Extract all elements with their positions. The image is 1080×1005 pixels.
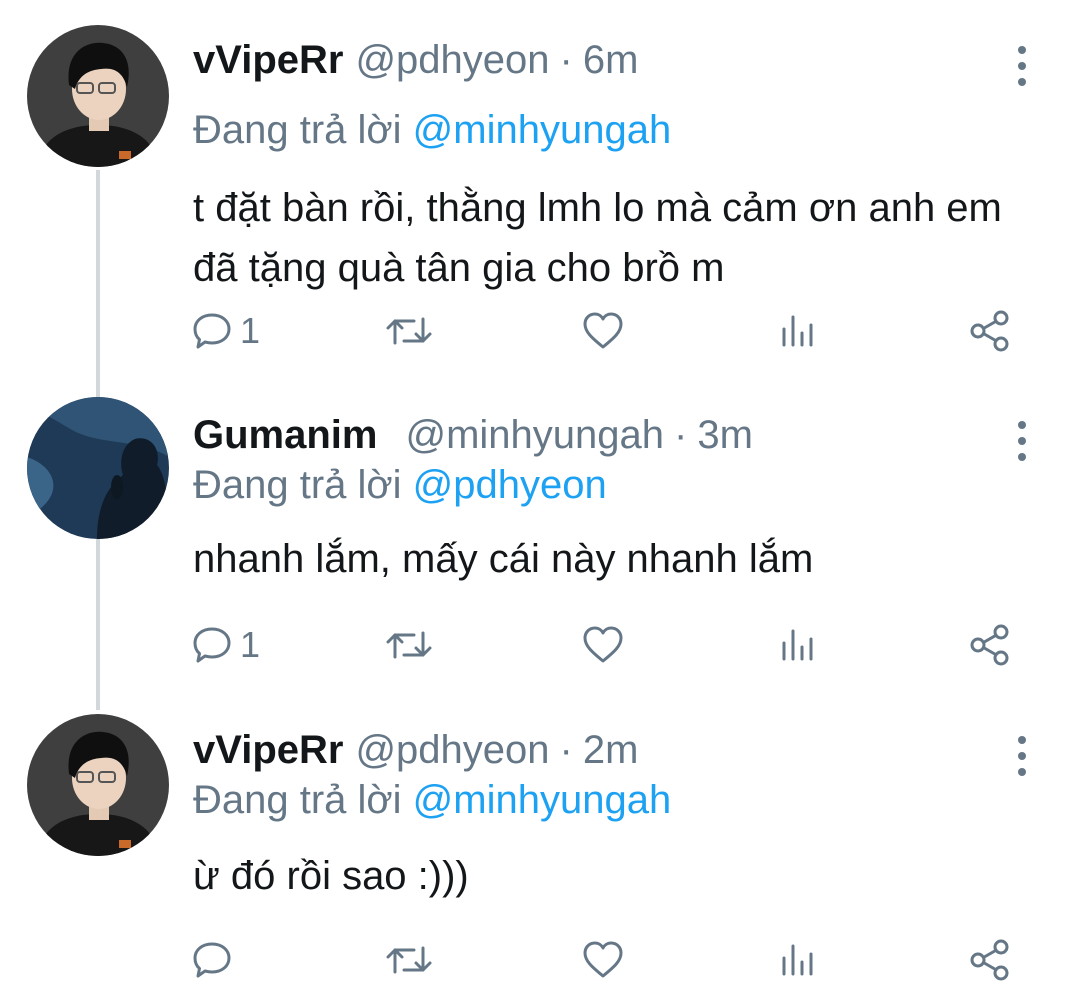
share-button[interactable] — [968, 617, 1012, 673]
tweet[interactable]: vVipeRr @pdhyeon · 6m Đang trả lời @minh… — [0, 22, 1080, 362]
tweet-actions: 1 — [188, 617, 1038, 673]
analytics-button[interactable] — [776, 303, 820, 359]
separator-dot: · — [559, 38, 573, 82]
more-icon[interactable] — [1010, 46, 1034, 86]
reply-button[interactable] — [190, 932, 240, 988]
tweet-actions — [188, 932, 1038, 988]
analytics-icon — [782, 629, 813, 661]
reply-mention-link[interactable]: @minhyungah — [413, 778, 672, 822]
like-icon — [583, 941, 623, 978]
timestamp[interactable]: 2m — [583, 722, 639, 778]
separator-dot: · — [559, 728, 573, 772]
like-icon — [583, 626, 623, 663]
like-button[interactable] — [580, 617, 626, 673]
share-icon — [970, 624, 1009, 666]
display-name[interactable]: vVipeRr — [193, 722, 343, 778]
retweet-button[interactable] — [384, 303, 434, 359]
reply-icon — [193, 313, 231, 349]
avatar[interactable] — [27, 714, 169, 856]
tweet-actions: 1 — [188, 303, 1038, 359]
reply-mention-link[interactable]: @minhyungah — [413, 108, 672, 152]
retweet-button[interactable] — [384, 932, 434, 988]
tweet-text: ừ đó rồi sao :))) — [193, 854, 469, 898]
replying-to-label: Đang trả lời — [193, 463, 402, 507]
retweet-icon — [386, 317, 432, 345]
avatar-image — [27, 714, 169, 856]
avatar-image — [27, 25, 169, 167]
replying-to: Đang trả lời @minhyungah — [193, 102, 671, 158]
tweet-text: nhanh lắm, mấy cái này nhanh lắm — [193, 537, 814, 581]
more-icon[interactable] — [1010, 421, 1034, 461]
user-handle[interactable]: @pdhyeon — [355, 32, 549, 88]
like-button[interactable] — [580, 932, 626, 988]
user-handle[interactable]: @pdhyeon — [355, 722, 549, 778]
tweet-header: vVipeRr @pdhyeon · 2m — [193, 722, 638, 778]
avatar[interactable] — [27, 397, 169, 539]
timestamp[interactable]: 3m — [697, 407, 753, 463]
reply-icon — [193, 942, 231, 978]
share-icon — [970, 310, 1009, 352]
tweet-header: vVipeRr @pdhyeon · 6m — [193, 32, 638, 88]
tweet-text: t đặt bàn rồi, thằng lmh lo mà cảm ơn an… — [193, 186, 1002, 290]
reply-button[interactable]: 1 — [190, 617, 260, 673]
tweet-header: Gumanim @minhyungah · 3m — [193, 407, 753, 463]
share-icon — [970, 939, 1009, 981]
reply-count: 1 — [240, 310, 261, 351]
reply-button[interactable]: 1 — [190, 303, 260, 359]
share-button[interactable] — [968, 303, 1012, 359]
retweet-button[interactable] — [384, 617, 434, 673]
user-handle[interactable]: @minhyungah — [405, 407, 664, 463]
display-name[interactable]: vVipeRr — [193, 32, 343, 88]
replying-to: Đang trả lời @pdhyeon — [193, 457, 607, 513]
share-button[interactable] — [968, 932, 1012, 988]
like-icon — [583, 312, 623, 349]
reply-mention-link[interactable]: @pdhyeon — [413, 463, 607, 507]
tweet-thread: vVipeRr @pdhyeon · 6m Đang trả lời @minh… — [0, 0, 1080, 1005]
analytics-button[interactable] — [776, 932, 820, 988]
timestamp[interactable]: 6m — [583, 32, 639, 88]
analytics-button[interactable] — [776, 617, 820, 673]
analytics-icon — [782, 315, 813, 347]
tweet[interactable]: Gumanim @minhyungah · 3m Đang trả lời @p… — [0, 397, 1080, 677]
replying-to: Đang trả lời @minhyungah — [193, 772, 671, 828]
separator-dot: · — [674, 413, 688, 457]
avatar[interactable] — [27, 25, 169, 167]
like-button[interactable] — [580, 303, 626, 359]
replying-to-label: Đang trả lời — [193, 108, 402, 152]
tweet[interactable]: vVipeRr @pdhyeon · 2m Đang trả lời @minh… — [0, 712, 1080, 1002]
retweet-icon — [386, 946, 432, 974]
analytics-icon — [782, 944, 813, 976]
replying-to-label: Đang trả lời — [193, 778, 402, 822]
reply-icon — [193, 627, 231, 663]
retweet-icon — [386, 631, 432, 659]
avatar-image — [27, 397, 169, 539]
reply-count: 1 — [240, 624, 261, 665]
display-name[interactable]: Gumanim — [193, 407, 377, 463]
more-icon[interactable] — [1010, 736, 1034, 776]
